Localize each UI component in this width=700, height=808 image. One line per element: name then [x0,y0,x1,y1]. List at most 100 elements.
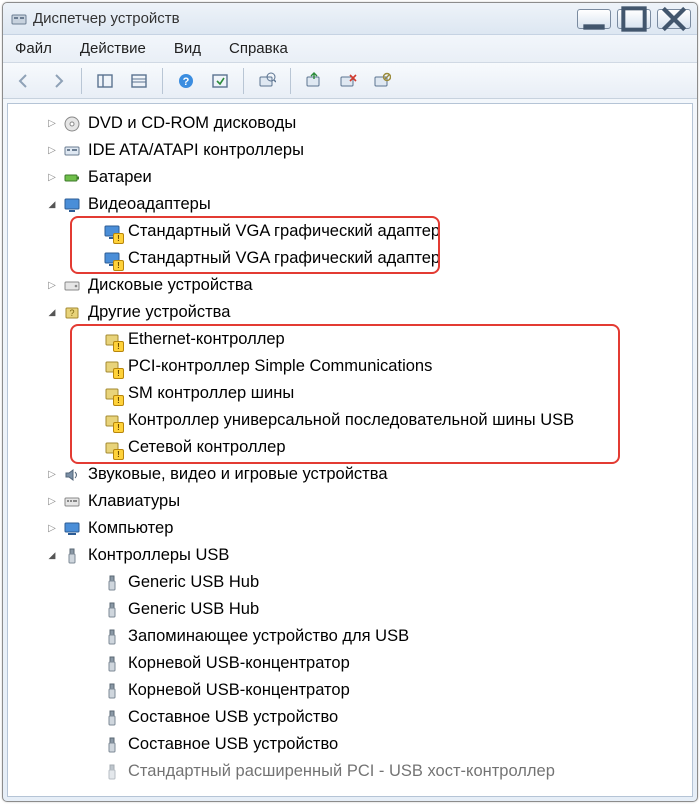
usb-device-icon [102,654,122,674]
tree-item-label: Другие устройства [88,303,230,322]
tree-item-label: Видеоадаптеры [88,195,211,214]
tree-item[interactable]: ! Ethernet-контроллер [14,326,688,353]
tree-item[interactable]: Generic USB Hub [14,569,688,596]
tree-item[interactable]: Компьютер [14,515,688,542]
twisty-blank [84,359,100,375]
back-button[interactable] [9,67,39,95]
twisty-blank [84,575,100,591]
tree-item[interactable]: Стандартный расширенный PCI - USB хост-к… [14,758,688,785]
scan-hardware-button[interactable] [252,67,282,95]
update-driver-button[interactable] [299,67,329,95]
tree-item[interactable]: Запоминающее устройство для USB [14,623,688,650]
toolbar: ? [3,63,697,99]
title-bar: Диспетчер устройств [3,3,697,35]
properties-button[interactable] [124,67,154,95]
twisty-blank [84,602,100,618]
twisty-blank [84,413,100,429]
tree-item-label: Стандартный VGA графический адаптер [128,222,440,241]
tree-item[interactable]: ! Стандартный VGA графический адаптер [14,245,688,272]
collapse-icon[interactable] [44,305,60,321]
usb-icon [62,546,82,566]
twisty-blank [84,629,100,645]
tree-item[interactable]: DVD и CD-ROM дисководы [14,110,688,137]
tree-item[interactable]: Звуковые, видео и игровые устройства [14,461,688,488]
expand-icon[interactable] [44,494,60,510]
display-icon [62,195,82,215]
tree-item-label: PCI-контроллер Simple Communications [128,357,432,376]
tree-item[interactable]: Корневой USB-концентратор [14,650,688,677]
client-area: DVD и CD-ROM дисководы IDE ATA/ATAPI кон… [7,103,693,797]
warning-badge-icon: ! [113,260,124,271]
expand-icon[interactable] [44,521,60,537]
tree-item[interactable]: ! PCI-контроллер Simple Communications [14,353,688,380]
tree-item[interactable]: Контроллеры USB [14,542,688,569]
tree-item[interactable]: Дисковые устройства [14,272,688,299]
forward-button[interactable] [43,67,73,95]
twisty-blank [84,440,100,456]
tree-item[interactable]: ! Контроллер универсальной последователь… [14,407,688,434]
usb-device-icon [102,627,122,647]
minimize-button[interactable] [577,9,611,29]
window-controls [577,9,691,29]
usb-device-icon [102,708,122,728]
tree-item-label: Сетевой контроллер [128,438,286,457]
tree-item-label: DVD и CD-ROM дисководы [88,114,296,133]
toolbar-separator [243,68,244,94]
unknown-device-icon: ! [102,438,122,458]
unknown-device-icon: ! [102,357,122,377]
menu-help[interactable]: Справка [227,38,290,59]
tree-item-label: Батареи [88,168,152,187]
tree-item[interactable]: ! SM контроллер шины [14,380,688,407]
expand-icon[interactable] [44,143,60,159]
menu-action[interactable]: Действие [78,38,148,59]
twisty-blank [84,710,100,726]
drive-icon [62,276,82,296]
usb-device-icon [102,600,122,620]
expand-icon[interactable] [44,278,60,294]
tree-item-label: Клавиатуры [88,492,180,511]
tree-item[interactable]: Generic USB Hub [14,596,688,623]
app-icon [11,11,27,27]
tree-item-label: Корневой USB-концентратор [128,681,350,700]
uninstall-button[interactable] [333,67,363,95]
show-hide-tree-button[interactable] [90,67,120,95]
action-button[interactable] [205,67,235,95]
disable-button[interactable] [367,67,397,95]
tree-item-label: Стандартный расширенный PCI - USB хост-к… [128,762,555,781]
twisty-blank [84,737,100,753]
computer-icon [62,519,82,539]
tree-item-label: Generic USB Hub [128,600,259,619]
tree-item[interactable]: ! Стандартный VGA графический адаптер [14,218,688,245]
sound-icon [62,465,82,485]
maximize-button[interactable] [617,9,651,29]
tree-item[interactable]: Видеоадаптеры [14,191,688,218]
expand-icon[interactable] [44,467,60,483]
tree-item[interactable]: Составное USB устройство [14,704,688,731]
tree-item-label: Составное USB устройство [128,708,338,727]
menu-file[interactable]: Файл [13,38,54,59]
menu-view[interactable]: Вид [172,38,203,59]
tree-item[interactable]: Составное USB устройство [14,731,688,758]
warning-badge-icon: ! [113,449,124,460]
expand-icon[interactable] [44,170,60,186]
tree-item[interactable]: Батареи [14,164,688,191]
expand-icon[interactable] [44,116,60,132]
tree-item-label: Запоминающее устройство для USB [128,627,409,646]
twisty-blank [84,332,100,348]
usb-device-icon [102,762,122,782]
toolbar-separator [81,68,82,94]
device-tree[interactable]: DVD и CD-ROM дисководы IDE ATA/ATAPI кон… [8,104,692,796]
battery-icon [62,168,82,188]
usb-device-icon [102,735,122,755]
collapse-icon[interactable] [44,548,60,564]
collapse-icon[interactable] [44,197,60,213]
tree-item[interactable]: IDE ATA/ATAPI контроллеры [14,137,688,164]
help-button[interactable]: ? [171,67,201,95]
tree-item[interactable]: ! Сетевой контроллер [14,434,688,461]
close-button[interactable] [657,9,691,29]
tree-item-label: Звуковые, видео и игровые устройства [88,465,388,484]
tree-item-label: Ethernet-контроллер [128,330,285,349]
tree-item[interactable]: Клавиатуры [14,488,688,515]
tree-item[interactable]: Корневой USB-концентратор [14,677,688,704]
tree-item[interactable]: ? Другие устройства [14,299,688,326]
